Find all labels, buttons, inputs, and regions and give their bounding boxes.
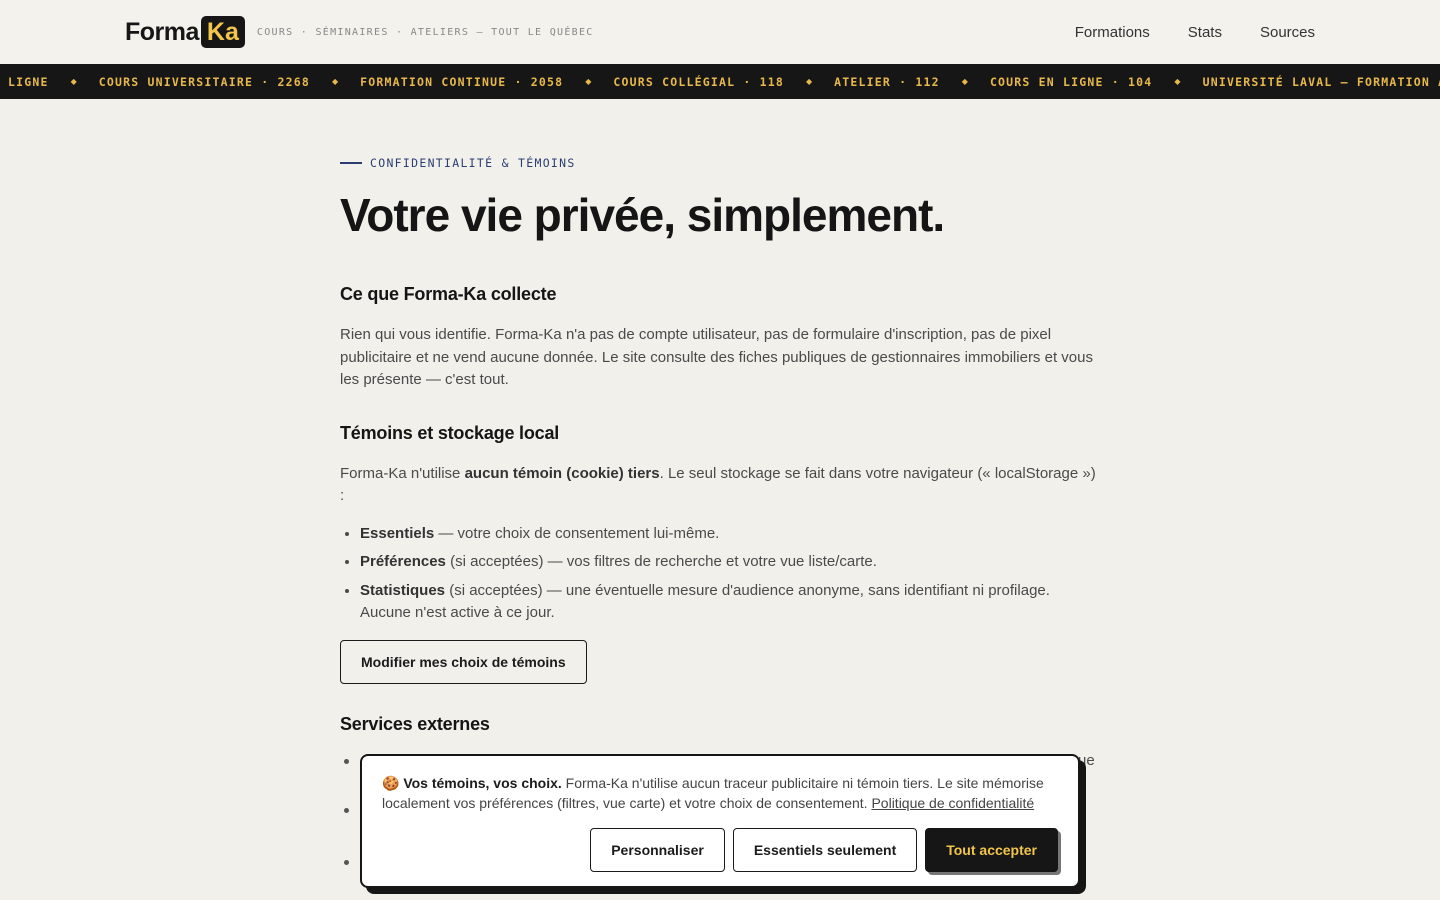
ticker-item: COURS COLLÉGIAL · 118	[613, 74, 785, 89]
page-title: Votre vie privée, simplement.	[340, 189, 945, 241]
tagline: COURS · SÉMINAIRES · ATELIERS — TOUT LE …	[256, 26, 594, 38]
item-label: Essentiels	[360, 524, 435, 542]
bullet-dot	[344, 808, 349, 813]
item-label: Préférences	[360, 553, 446, 570]
nav-sources[interactable]: Sources	[1260, 24, 1315, 41]
logo[interactable]: Forma Ka	[125, 16, 245, 48]
body-bold: aucun témoin (cookie) tiers	[464, 464, 660, 482]
main-nav: Formations Stats Sources	[1075, 24, 1315, 41]
customize-button[interactable]: Personnaliser	[590, 828, 725, 872]
privacy-policy-link[interactable]: Politique de confidentialité	[871, 795, 1034, 811]
body-text: Forma-Ka n'utilise	[340, 464, 465, 482]
essentials-only-button[interactable]: Essentiels seulement	[732, 828, 918, 872]
ticker-item: FORMATION CONTINUE · 2058	[360, 74, 564, 89]
ticker-item: UNIVERSITÉ LAVAL — FORMATION A	[1202, 74, 1440, 89]
ticker-item: LIGNE	[8, 74, 49, 89]
item-label: Statistiques	[360, 581, 446, 599]
item-text: (si acceptées) — une éventuelle mesure d…	[360, 581, 1050, 622]
eyebrow-line	[340, 162, 362, 164]
modify-cookie-choices-button[interactable]: Modifier mes choix de témoins	[340, 639, 587, 684]
cookie-banner: 🍪 Vos témoins, vos choix. Forma-Ka n'uti…	[360, 754, 1080, 888]
ticker-item: COURS EN LIGNE · 104	[989, 74, 1153, 89]
section-body-collect: Rien qui vous identifie. Forma-Ka n'a pa…	[340, 326, 1093, 388]
logo-ka-badge: Ka	[200, 16, 245, 48]
accept-all-button[interactable]: Tout accepter	[925, 828, 1058, 872]
cookie-icon: 🍪	[382, 775, 400, 791]
bullet-dot	[344, 759, 349, 764]
item-text: — votre choix de consentement lui-même.	[434, 524, 720, 542]
diamond-icon: ◆	[70, 77, 77, 86]
ticker-item: ATELIER · 112	[834, 74, 940, 89]
ticker-item: COURS UNIVERSITAIRE · 2268	[98, 74, 310, 89]
diamond-icon: ◆	[961, 77, 968, 86]
diamond-icon: ◆	[585, 77, 592, 86]
eyebrow: CONFIDENTIALITÉ & TÉMOINS	[340, 156, 1100, 170]
bullet-dot	[344, 860, 349, 865]
section-heading-cookies: Témoins et stockage local	[340, 422, 560, 443]
eyebrow-label: CONFIDENTIALITÉ & TÉMOINS	[370, 156, 576, 170]
category-ticker: LIGNE ◆ COURS UNIVERSITAIRE · 2268 ◆ FOR…	[0, 64, 1440, 99]
diamond-icon: ◆	[806, 77, 813, 86]
list-item: Statistiques (si acceptées) — une éventu…	[360, 580, 1100, 625]
cookie-actions: Personnaliser Essentiels seulement Tout …	[382, 828, 1058, 872]
diamond-icon: ◆	[1174, 77, 1181, 86]
list-item: Essentiels — votre choix de consentement…	[360, 523, 1100, 546]
list-item: Préférences (si acceptées) — vos filtres…	[360, 551, 1100, 574]
cookie-banner-title: Vos témoins, vos choix.	[403, 775, 562, 791]
section-body-cookies: Forma-Ka n'utilise aucun témoin (cookie)…	[340, 463, 1100, 508]
cookie-banner-text: 🍪 Vos témoins, vos choix. Forma-Ka n'uti…	[382, 773, 1058, 813]
nav-formations[interactable]: Formations	[1075, 24, 1150, 41]
section-heading-collect: Ce que Forma-Ka collecte	[340, 284, 557, 304]
logo-forma: Forma	[125, 17, 199, 46]
diamond-icon: ◆	[332, 77, 339, 86]
storage-list: Essentiels — votre choix de consentement…	[340, 523, 1100, 625]
privacy-content: CONFIDENTIALITÉ & TÉMOINS Votre vie priv…	[340, 99, 1100, 735]
section-heading-external: Services externes	[340, 713, 490, 734]
item-text: (si acceptées) — vos filtres de recherch…	[445, 553, 877, 570]
nav-stats[interactable]: Stats	[1188, 24, 1222, 41]
site-header: Forma Ka COURS · SÉMINAIRES · ATELIERS —…	[0, 0, 1440, 64]
